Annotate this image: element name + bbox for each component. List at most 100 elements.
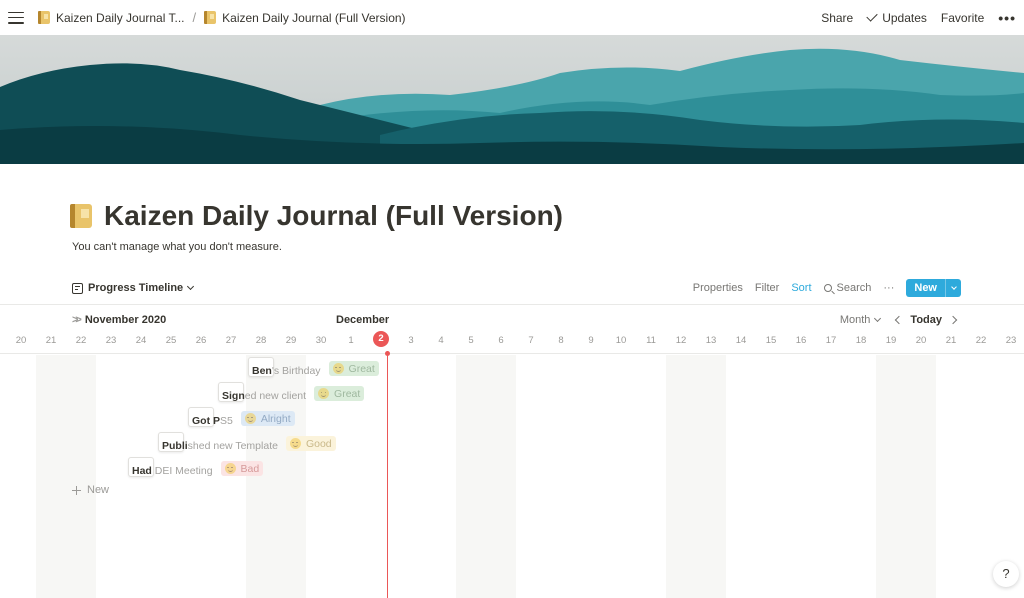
- new-button[interactable]: New: [906, 279, 961, 297]
- plus-icon: [72, 485, 81, 495]
- notebook-icon: [38, 11, 50, 24]
- breadcrumb-label: Kaizen Daily Journal (Full Version): [222, 10, 406, 25]
- breadcrumb-separator: /: [192, 10, 197, 25]
- face-icon: [332, 363, 344, 374]
- day-label: 6: [498, 335, 504, 346]
- scale-select[interactable]: Month: [840, 314, 882, 326]
- timeline-item-name-visible: Sign: [222, 390, 245, 402]
- menu-icon[interactable]: [8, 11, 24, 24]
- share-button[interactable]: Share: [821, 11, 853, 25]
- day-label: 1: [348, 335, 354, 346]
- chevron-left-icon[interactable]: [895, 315, 904, 325]
- timeline-header: >> November 2020 December Month Today 20…: [0, 306, 1024, 354]
- day-label: 21: [945, 335, 957, 346]
- day-label: 23: [1005, 335, 1017, 346]
- timeline-item-name-visible: Ben: [252, 365, 272, 377]
- view-more-button[interactable]: ···: [883, 282, 894, 294]
- day-label: 24: [135, 335, 147, 346]
- day-label: 10: [615, 335, 627, 346]
- weekend-column: [36, 355, 96, 598]
- notebook-icon[interactable]: [70, 204, 92, 228]
- timeline-item[interactable]: Signed new client Great: [218, 382, 365, 402]
- timeline-item-name-overflow: ed new client: [244, 390, 307, 402]
- search-button[interactable]: Search: [823, 282, 872, 294]
- timeline-item-name-overflow: DEI Meeting: [151, 465, 213, 477]
- updates-button[interactable]: Updates: [866, 9, 927, 25]
- database-view-bar: Progress Timeline Properties Filter Sort…: [0, 276, 1024, 305]
- weekend-column: [456, 355, 516, 598]
- add-new-item-button[interactable]: New: [72, 484, 109, 496]
- day-label: 15: [765, 335, 777, 346]
- page-subtitle: You can't manage what you don't measure.: [72, 241, 282, 253]
- day-label: 20: [15, 335, 27, 346]
- timeline-item[interactable]: Had DEI Meeting Bad: [128, 457, 264, 477]
- today-button[interactable]: Today: [910, 314, 942, 326]
- sort-button[interactable]: Sort: [791, 282, 811, 294]
- page-title[interactable]: Kaizen Daily Journal (Full Version): [70, 200, 563, 232]
- mood-tag: Bad: [220, 461, 264, 476]
- updates-label: Updates: [882, 10, 927, 25]
- day-label: 22: [975, 335, 987, 346]
- top-bar: Kaizen Daily Journal T... / Kaizen Daily…: [0, 0, 1024, 35]
- face-icon: [318, 388, 330, 399]
- search-icon: [823, 284, 832, 292]
- filter-button[interactable]: Filter: [755, 282, 779, 294]
- day-label: 14: [735, 335, 747, 346]
- breadcrumb-item-parent[interactable]: Kaizen Daily Journal T...: [38, 11, 185, 25]
- expand-icon[interactable]: >>: [72, 314, 82, 326]
- timeline-item[interactable]: Got PS5 Alright: [188, 407, 295, 427]
- breadcrumb-item-current[interactable]: Kaizen Daily Journal (Full Version): [204, 10, 406, 25]
- timeline-item-name: Signed new client Great: [222, 386, 365, 402]
- view-selector[interactable]: Progress Timeline: [72, 282, 195, 294]
- weekend-column: [876, 355, 936, 598]
- day-label: 19: [885, 335, 897, 346]
- view-name: Progress Timeline: [88, 282, 184, 294]
- timeline-item-name: Got PS5 Alright: [192, 411, 295, 427]
- view-actions: Properties Filter Sort Search ··· New: [681, 279, 961, 297]
- timeline-item-name-overflow: S5: [220, 415, 233, 427]
- timeline-item[interactable]: Ben's Birthday Great: [248, 357, 379, 377]
- mood-label: Good: [305, 437, 332, 450]
- chevron-right-icon[interactable]: [948, 315, 958, 325]
- day-label: 30: [315, 335, 327, 346]
- day-label: 9: [588, 335, 594, 346]
- timeline-item-name: Had DEI Meeting Bad: [132, 461, 264, 477]
- chevron-down-icon: [187, 282, 195, 290]
- mood-tag: Great: [314, 386, 365, 401]
- chevron-down-icon: [874, 314, 882, 322]
- today-line: [385, 351, 390, 598]
- notebook-icon: [204, 11, 217, 24]
- more-options-button[interactable]: •••: [998, 10, 1016, 26]
- day-label: 13: [705, 335, 717, 346]
- day-label: 11: [646, 335, 656, 346]
- new-dropdown-button[interactable]: [945, 279, 961, 297]
- today-marker: 2: [373, 331, 389, 347]
- month-label-right: December: [336, 314, 390, 326]
- day-label: 21: [45, 335, 57, 346]
- cover-image: [0, 35, 1024, 164]
- face-icon: [289, 438, 301, 449]
- face-icon: [224, 463, 236, 474]
- properties-button[interactable]: Properties: [693, 282, 743, 294]
- timeline-item-name-overflow: 's Birthday: [271, 365, 321, 377]
- day-label: 12: [675, 335, 687, 346]
- favorite-button[interactable]: Favorite: [941, 11, 984, 25]
- page-title-text: Kaizen Daily Journal (Full Version): [104, 200, 563, 231]
- timeline-icon: [72, 282, 83, 294]
- timeline-item-name-visible: Had: [132, 465, 152, 477]
- timeline-item[interactable]: Published new Template Good: [158, 432, 336, 452]
- timeline-item-name-visible: Got P: [192, 415, 220, 427]
- mood-label: Great: [348, 362, 375, 375]
- day-label: 16: [795, 335, 807, 346]
- top-actions: Share Updates Favorite •••: [807, 10, 1016, 26]
- day-label: 29: [285, 335, 297, 346]
- day-label: 18: [855, 335, 867, 346]
- day-label: 5: [468, 335, 474, 346]
- timeline-item-name: Published new Template Good: [162, 436, 336, 452]
- search-label: Search: [836, 282, 872, 294]
- day-label: 8: [558, 335, 564, 346]
- help-button[interactable]: ?: [993, 561, 1019, 587]
- breadcrumb-label: Kaizen Daily Journal T...: [56, 10, 185, 25]
- month-label-left: >> November 2020: [72, 314, 166, 326]
- mood-label: Alright: [260, 412, 291, 425]
